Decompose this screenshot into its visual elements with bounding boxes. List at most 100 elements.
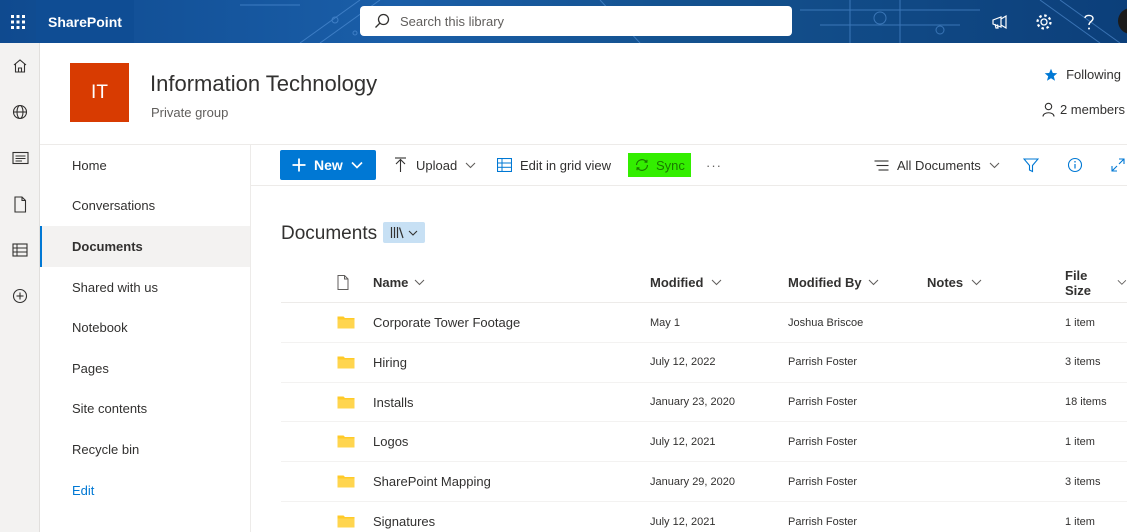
- row-modified-by[interactable]: Parrish Foster: [788, 383, 857, 422]
- site-logo[interactable]: IT: [70, 63, 129, 122]
- members-button[interactable]: 2 members: [1042, 102, 1125, 117]
- view-selector[interactable]: All Documents: [874, 151, 1000, 179]
- more-options-button[interactable]: ···: [706, 151, 722, 179]
- folder-icon: [337, 514, 355, 532]
- column-modified-label: Modified: [650, 275, 704, 290]
- view-icon: [874, 159, 889, 171]
- column-header-file-size[interactable]: File Size: [1065, 262, 1127, 303]
- plus-icon: [292, 158, 306, 172]
- add-icon[interactable]: [0, 273, 40, 319]
- column-header-modified[interactable]: Modified: [650, 262, 722, 303]
- following-button[interactable]: Following: [1044, 67, 1121, 82]
- new-button[interactable]: New: [280, 150, 376, 180]
- table-header: Name Modified Modified By Notes File Siz…: [281, 262, 1127, 303]
- row-name[interactable]: Logos: [373, 422, 408, 461]
- site-subtitle: Private group: [151, 105, 229, 120]
- column-header-name[interactable]: Name: [373, 262, 425, 303]
- column-header-modified-by[interactable]: Modified By: [788, 262, 879, 303]
- chevron-down-icon: [712, 279, 722, 286]
- nav-item-home[interactable]: Home: [40, 145, 250, 186]
- upload-button[interactable]: Upload: [394, 151, 476, 179]
- chevron-down-icon: [408, 230, 418, 236]
- news-icon[interactable]: [0, 135, 40, 181]
- folder-icon: [337, 355, 355, 374]
- row-modified-by[interactable]: Parrish Foster: [788, 343, 857, 382]
- row-modified-by[interactable]: Parrish Foster: [788, 502, 857, 532]
- table-row[interactable]: Hiring July 12, 2022 Parrish Foster 3 items: [281, 343, 1127, 383]
- members-label: 2 members: [1059, 102, 1125, 117]
- app-brand[interactable]: SharePoint: [36, 0, 134, 43]
- list-icon[interactable]: [0, 227, 40, 273]
- nav-item-notebook[interactable]: Notebook: [40, 307, 250, 348]
- home-icon[interactable]: [0, 43, 40, 89]
- file-type-column-icon[interactable]: [337, 262, 349, 303]
- row-modified: July 12, 2022: [650, 356, 716, 369]
- chevron-down-icon: [465, 162, 476, 168]
- row-file-size: 1 item: [1065, 316, 1095, 329]
- column-file-size-label: File Size: [1065, 267, 1092, 298]
- library-title: Documents: [281, 223, 378, 244]
- table-row[interactable]: SharePoint Mapping January 29, 2020 Parris…: [281, 462, 1127, 502]
- search-input[interactable]: [400, 13, 780, 29]
- nav-item-site-contents[interactable]: Site contents: [40, 389, 250, 430]
- info-icon[interactable]: [1067, 151, 1083, 179]
- site-title[interactable]: Information Technology: [150, 71, 377, 97]
- nav-item-conversations[interactable]: Conversations: [40, 186, 250, 227]
- column-header-notes[interactable]: Notes: [927, 262, 982, 303]
- upload-label: Upload: [416, 157, 458, 173]
- sync-label: Sync: [656, 157, 685, 173]
- row-name[interactable]: Installs: [373, 383, 413, 422]
- filter-icon[interactable]: [1023, 151, 1039, 179]
- globe-icon[interactable]: [0, 89, 40, 135]
- view-selector-label: All Documents: [897, 157, 981, 173]
- row-modified-by[interactable]: Parrish Foster: [788, 462, 857, 501]
- expand-icon[interactable]: [1111, 151, 1125, 179]
- column-name-label: Name: [373, 275, 409, 290]
- row-modified: January 23, 2020: [650, 396, 736, 409]
- megaphone-icon[interactable]: [978, 0, 1022, 43]
- column-notes-label: Notes: [927, 275, 964, 290]
- nav-edit-link[interactable]: Edit: [40, 470, 250, 511]
- table-row[interactable]: Logos July 12, 2021 Parrish Foster 1 item: [281, 422, 1127, 463]
- row-name[interactable]: Hiring: [373, 343, 407, 382]
- edit-grid-view-button[interactable]: Edit in grid view: [497, 151, 611, 179]
- row-modified-by[interactable]: Joshua Briscoe: [788, 303, 863, 342]
- star-icon: [1044, 68, 1058, 81]
- row-name[interactable]: SharePoint Mapping: [373, 462, 491, 501]
- help-icon[interactable]: [1067, 0, 1111, 43]
- sync-button[interactable]: Sync: [628, 153, 691, 177]
- app-rail: [0, 43, 40, 532]
- row-modified-by[interactable]: Parrish Foster: [788, 422, 857, 461]
- row-modified: July 12, 2021: [650, 435, 716, 448]
- search-box[interactable]: [360, 6, 792, 36]
- row-file-size: 3 items: [1065, 356, 1101, 369]
- nav-item-shared-with-us[interactable]: Shared with us: [40, 267, 250, 308]
- person-icon: [1042, 102, 1055, 117]
- row-name[interactable]: Corporate Tower Footage: [373, 303, 520, 342]
- nav-item-recycle-bin[interactable]: Recycle bin: [40, 429, 250, 470]
- upload-icon: [395, 157, 406, 172]
- table-row[interactable]: Installs January 23, 2020 Parrish Foster 18…: [281, 383, 1127, 423]
- library-view-switcher[interactable]: [383, 222, 425, 243]
- file-icon[interactable]: [0, 181, 40, 227]
- waffle-icon[interactable]: [0, 0, 36, 43]
- command-bar: New Upload Edit in grid view Sync ··· Al…: [251, 144, 1127, 186]
- chevron-down-icon: [971, 279, 982, 286]
- row-modified: July 12, 2021: [650, 515, 716, 528]
- column-modified-by-label: Modified By: [788, 275, 862, 290]
- suite-bar: SharePoint: [0, 0, 1127, 43]
- site-navigation: Home Conversations Documents Shared with…: [40, 144, 251, 532]
- row-file-size: 18 items: [1065, 396, 1107, 409]
- edit-grid-view-label: Edit in grid view: [520, 157, 612, 173]
- folder-icon: [337, 395, 355, 414]
- folder-icon: [337, 474, 355, 493]
- table-row[interactable]: Signatures July 12, 2021 Parrish Foster 1 i…: [281, 502, 1127, 532]
- library-icon: [390, 227, 404, 239]
- gear-icon[interactable]: [1022, 0, 1066, 43]
- row-name[interactable]: Signatures: [373, 502, 435, 532]
- nav-item-documents[interactable]: Documents: [40, 226, 250, 267]
- table-row[interactable]: Corporate Tower Footage May 1 Joshua Brisc…: [281, 303, 1127, 343]
- nav-item-pages[interactable]: Pages: [40, 348, 250, 389]
- chevron-down-icon: [989, 162, 1000, 168]
- file-icon: [337, 275, 349, 290]
